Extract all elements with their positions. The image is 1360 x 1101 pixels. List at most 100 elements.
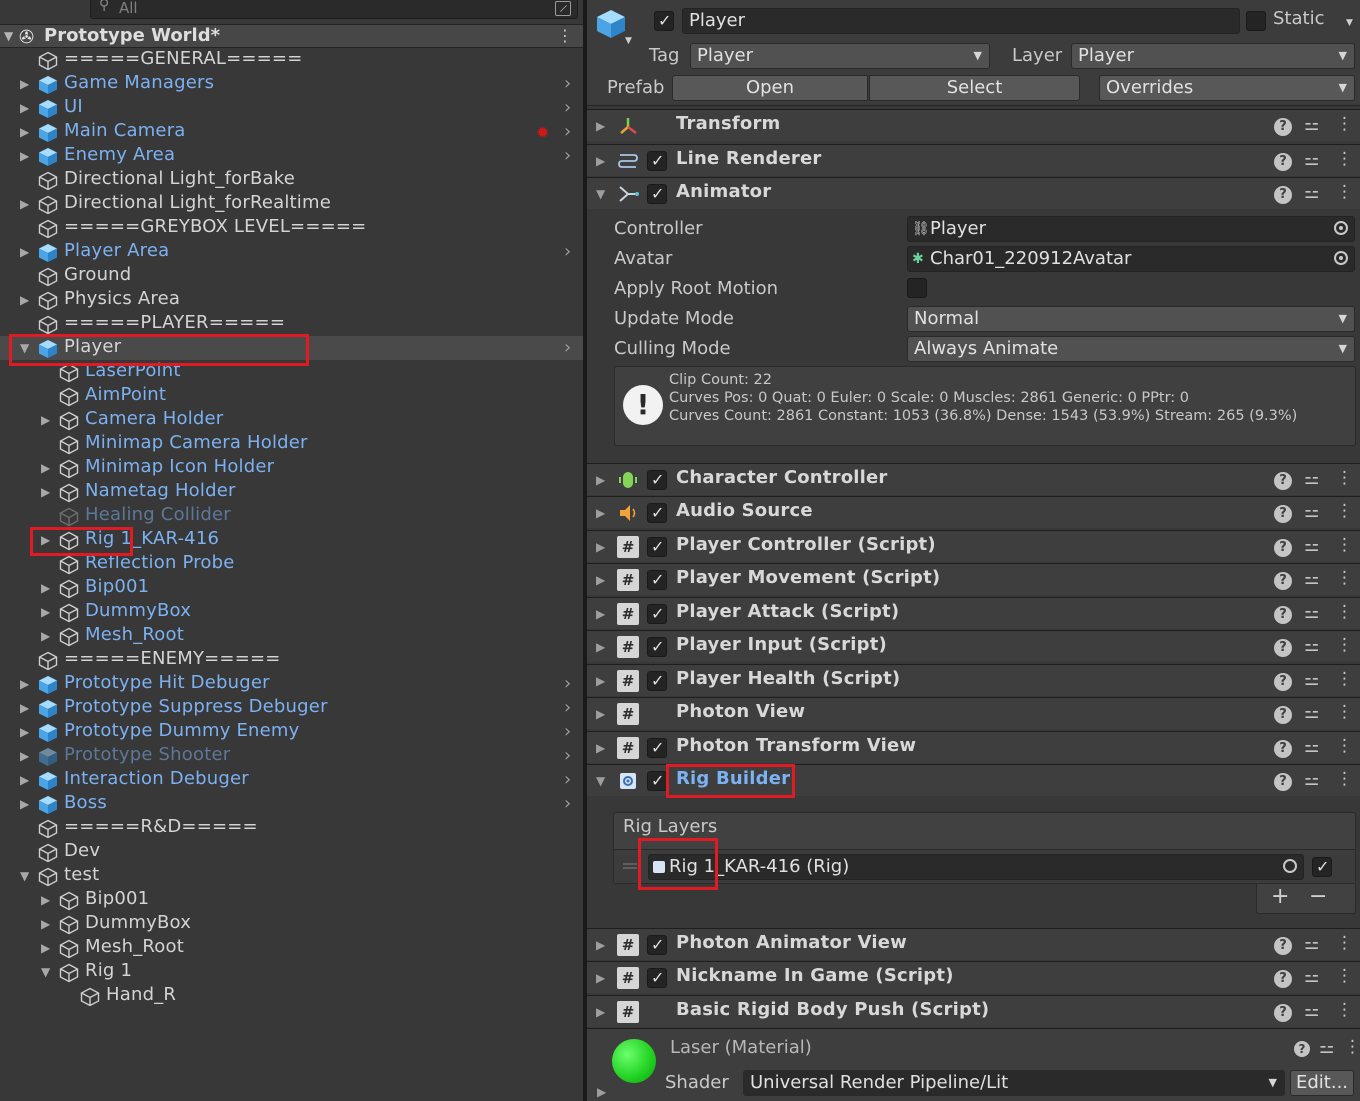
open-prefab-arrow-icon[interactable]: ›	[564, 697, 571, 718]
hierarchy-row[interactable]: ▶ Bip001	[0, 888, 583, 912]
fold-collapsed-icon[interactable]: ▶	[20, 245, 29, 259]
fold-collapsed-icon[interactable]: ▶	[20, 149, 29, 163]
component-enabled-checkbox[interactable]	[647, 570, 667, 590]
fold-collapsed-icon[interactable]: ▶	[41, 461, 50, 475]
fold-collapsed-icon[interactable]: ▶	[41, 917, 50, 931]
fold-collapsed-icon[interactable]: ▶	[20, 725, 29, 739]
help-icon[interactable]: ?	[1274, 606, 1292, 624]
fold-collapsed-icon[interactable]: ▶	[596, 707, 605, 721]
component-enabled-checkbox[interactable]	[647, 738, 667, 758]
component-enabled-checkbox[interactable]	[647, 503, 667, 523]
component-enabled-checkbox[interactable]	[647, 151, 667, 171]
component-header[interactable]: ▶ # Photon View? ⚍ ⋮	[587, 697, 1360, 729]
preset-icon[interactable]: ⚍	[1304, 703, 1319, 723]
shader-edit-button[interactable]: Edit...	[1290, 1070, 1354, 1096]
open-prefab-arrow-icon[interactable]: ›	[564, 121, 571, 142]
fold-collapsed-icon[interactable]: ▶	[41, 533, 50, 547]
hierarchy-row[interactable]: ▶ Player Area ›	[0, 240, 583, 264]
help-icon[interactable]: ?	[1274, 773, 1292, 791]
help-icon[interactable]: ?	[1274, 706, 1292, 724]
prefab-open-button[interactable]: Open	[672, 75, 868, 101]
help-icon[interactable]: ?	[1274, 186, 1292, 204]
update-mode-dropdown[interactable]: Normal ▼	[907, 306, 1355, 332]
preset-icon[interactable]: ⚍	[1319, 1038, 1334, 1058]
layer-dropdown[interactable]: Player ▼	[1071, 43, 1355, 69]
fold-collapsed-icon[interactable]: ▶	[20, 677, 29, 691]
hierarchy-row[interactable]: ▶ Camera Holder	[0, 408, 583, 432]
kebab-icon[interactable]: ⋮	[1336, 182, 1353, 202]
open-prefab-arrow-icon[interactable]: ›	[564, 73, 571, 94]
fold-expanded-icon[interactable]: ▼	[596, 774, 605, 788]
component-header[interactable]: ▶ # Photon Transform View? ⚍ ⋮	[587, 731, 1360, 763]
fold-collapsed-icon[interactable]: ▶	[596, 741, 605, 755]
fold-collapsed-icon[interactable]: ▶	[20, 197, 29, 211]
kebab-icon[interactable]: ⋮	[1336, 1000, 1353, 1020]
hierarchy-row[interactable]: ▶ Directional Light_forRealtime	[0, 192, 583, 216]
component-header[interactable]: ▶ # Player Movement (Script)? ⚍ ⋮	[587, 563, 1360, 595]
component-header[interactable]: ▶ Line Renderer? ⚍ ⋮	[587, 144, 1360, 176]
preset-icon[interactable]: ⚍	[1304, 183, 1319, 203]
kebab-icon[interactable]: ⋮	[1336, 501, 1353, 521]
component-header[interactable]: ▶ # Player Health (Script)? ⚍ ⋮	[587, 664, 1360, 696]
help-icon[interactable]: ?	[1274, 937, 1292, 955]
kebab-icon[interactable]: ⋮	[1336, 568, 1353, 588]
hierarchy-row[interactable]: Ground	[0, 264, 583, 288]
component-header[interactable]: ▶ Character Controller? ⚍ ⋮	[587, 463, 1360, 495]
preset-icon[interactable]: ⚍	[1304, 469, 1319, 489]
hierarchy-row[interactable]: ▶ DummyBox	[0, 600, 583, 624]
preset-icon[interactable]: ⚍	[1304, 1001, 1319, 1021]
scene-filter-icon[interactable]	[555, 1, 571, 16]
scene-fold-icon[interactable]: ▼	[4, 29, 13, 43]
component-header[interactable]: ▶ # Player Controller (Script)? ⚍ ⋮	[587, 530, 1360, 562]
hierarchy-row[interactable]: ▼ Rig 1	[0, 960, 583, 984]
hierarchy-row[interactable]: =====R&D=====	[0, 816, 583, 840]
icon-dropdown-arrow[interactable]: ▼	[625, 36, 632, 46]
add-layer-button[interactable]: +	[1271, 884, 1289, 909]
component-header[interactable]: ▶ # Player Input (Script)? ⚍ ⋮	[587, 630, 1360, 662]
component-header[interactable]: ▼ Rig Builder? ⚍ ⋮	[587, 764, 1360, 796]
open-prefab-arrow-icon[interactable]: ›	[564, 673, 571, 694]
component-enabled-checkbox[interactable]	[647, 537, 667, 557]
preset-icon[interactable]: ⚍	[1304, 737, 1319, 757]
kebab-icon[interactable]: ⋮	[1336, 702, 1353, 722]
hierarchy-row[interactable]: ▶ Mesh_Root	[0, 624, 583, 648]
kebab-icon[interactable]: ⋮	[1336, 736, 1353, 756]
fold-expanded-icon[interactable]: ▼	[20, 341, 29, 355]
prefab-select-button[interactable]: Select	[869, 75, 1080, 101]
hierarchy-row[interactable]: Hand_R	[0, 984, 583, 1008]
open-prefab-arrow-icon[interactable]: ›	[564, 745, 571, 766]
hierarchy-row[interactable]: ▶ Prototype Dummy Enemy ›	[0, 720, 583, 744]
component-header[interactable]: ▶ Transform? ⚍ ⋮	[587, 109, 1360, 141]
scene-gizmo-icon[interactable]: ✹	[536, 123, 549, 142]
avatar-field[interactable]: ✱ Char01_220912Avatar	[907, 246, 1355, 272]
hierarchy-row[interactable]: ▶ Game Managers ›	[0, 72, 583, 96]
culling-mode-dropdown[interactable]: Always Animate ▼	[907, 336, 1355, 362]
fold-collapsed-icon[interactable]: ▶	[596, 938, 605, 952]
help-icon[interactable]: ?	[1274, 118, 1292, 136]
hierarchy-row[interactable]: ▶ Prototype Shooter ›	[0, 744, 583, 768]
open-prefab-arrow-icon[interactable]: ›	[564, 97, 571, 118]
hierarchy-row[interactable]: Reflection Probe	[0, 552, 583, 576]
component-enabled-checkbox[interactable]	[647, 470, 667, 490]
hierarchy-row[interactable]: AimPoint	[0, 384, 583, 408]
help-icon[interactable]: ?	[1294, 1041, 1310, 1057]
open-prefab-arrow-icon[interactable]: ›	[564, 241, 571, 262]
help-icon[interactable]: ?	[1274, 639, 1292, 657]
kebab-icon[interactable]: ⋮	[1336, 468, 1353, 488]
fold-collapsed-icon[interactable]: ▶	[596, 506, 605, 520]
fold-collapsed-icon[interactable]: ▶	[41, 485, 50, 499]
open-prefab-arrow-icon[interactable]: ›	[564, 793, 571, 814]
fold-collapsed-icon[interactable]: ▶	[596, 607, 605, 621]
help-icon[interactable]: ?	[1274, 740, 1292, 758]
fold-collapsed-icon[interactable]: ▶	[20, 125, 29, 139]
hierarchy-row[interactable]: LaserPoint	[0, 360, 583, 384]
fold-collapsed-icon[interactable]: ▶	[41, 629, 50, 643]
hierarchy-row[interactable]: =====PLAYER=====	[0, 312, 583, 336]
help-icon[interactable]: ?	[1274, 472, 1292, 490]
hierarchy-row[interactable]: ▼ test	[0, 864, 583, 888]
fold-collapsed-icon[interactable]: ▶	[596, 573, 605, 587]
scene-menu-icon[interactable]: ⋮	[557, 26, 573, 45]
kebab-icon[interactable]: ⋮	[1336, 602, 1353, 622]
tag-dropdown[interactable]: Player ▼	[690, 43, 990, 69]
hierarchy-row[interactable]: ▶ DummyBox	[0, 912, 583, 936]
